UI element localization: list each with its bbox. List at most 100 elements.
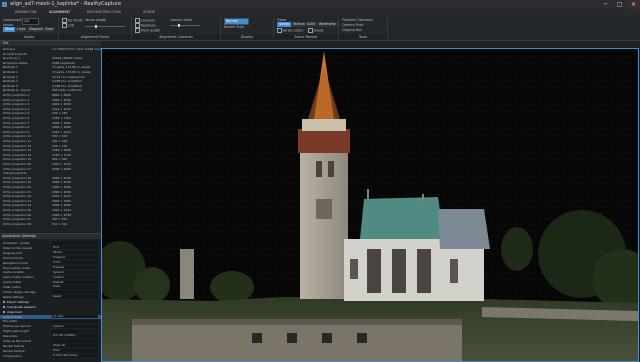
tree-item[interactable]: Ortho projection 4 1024 × 1024 [0,108,101,112]
settings-value[interactable]: Show all [52,344,98,348]
tab-scene[interactable]: SCENE [140,9,158,16]
settings-section[interactable]: Alignment [0,310,101,314]
settings-value[interactable]: Reset [52,295,98,299]
settings-value[interactable]: Default [52,280,98,284]
settings-row[interactable]: Compression H.264 (Windows) [0,354,101,358]
tree-item[interactable]: Ortho projection 2 4096 × 4096 [0,99,101,103]
shade-checkbox[interactable]: Shade [308,28,323,33]
settings-value[interactable]: Hint [52,246,98,250]
settings-value[interactable]: Clear [52,285,98,289]
tree-item[interactable]: Ortho projection 26 2048 × 2048 [0,214,101,218]
lod-checkbox[interactable]: LOD [62,23,74,28]
tree-item[interactable]: Ortho projection 27 500 × 500 [0,218,101,222]
vertex-colors-checkbox[interactable]: Vertex colors [277,28,303,33]
camera-pivot-button[interactable]: Camera Pivot [342,23,363,27]
settings-value[interactable] [52,339,98,343]
tree-item[interactable]: Ortho projection 17 4096 × 4096 [0,168,101,172]
phantom-geometry-button[interactable]: Phantom Geometry [342,18,373,22]
settings-value[interactable]: Custom [52,275,98,279]
tree-item[interactable]: Ortho projection 14 1120 × 1120 [0,154,101,158]
settings-row[interactable]: Render frames Show all [0,344,101,348]
settings-row[interactable]: Show as file format [0,339,101,343]
residuals-checkbox[interactable]: Residuals [135,23,156,28]
settings-row[interactable]: Clear cache Clear [0,285,101,289]
settings-row[interactable]: Cache location System [0,270,101,274]
tree-item[interactable]: Ortho projection 18 4096 × 4096 [0,177,101,181]
tree-item[interactable]: ⊞ Model 4 4.498 tris, simplified [0,80,101,84]
tree-item[interactable]: ⊞ Model 5 4.498 tris, simplified [0,85,101,89]
maximize-button[interactable]: □ [613,0,626,9]
sweep-button[interactable]: Sweep [277,22,292,27]
settings-value[interactable]: a7 spin [52,314,98,319]
close-button[interactable]: ✕ [627,0,640,9]
track-length-checkbox[interactable]: Track length [135,28,160,33]
settings-row[interactable]: Cache folder Default [0,280,101,284]
tree-item[interactable]: Ortho projection 6 1356 × 1356 [0,117,101,121]
settings-value[interactable]: Full HD (1080p) [52,334,98,338]
tree-item[interactable]: Ortho projection 1 8000 × 8000 [0,94,101,98]
tree-item[interactable]: reference/points [0,172,101,176]
tree-item[interactable]: Ortho projection 8 4096 × 4096 [0,126,101,130]
clipping-box-button[interactable]: Clipping Box [342,28,362,32]
tree-item[interactable]: Ortho projection 3 2049 × 2049 [0,103,101,107]
settings-row[interactable]: Progress end Mixed [0,251,101,255]
wireframe-button[interactable]: Wireframe [317,22,338,27]
tree-item[interactable]: Ortho projection 5 256 × 256 [0,112,101,116]
tree-item[interactable]: Ortho projection 22 1024 × 1024 [0,195,101,199]
settings-row[interactable]: Tool position mode Preview [0,266,101,270]
tree-item[interactable]: ⊞ Model 2 72 parts, 171.86 m, shade [0,71,101,75]
tab-reconstruction[interactable]: RECONSTRUCTION [84,9,124,16]
tree-item[interactable]: ⊞ Model 3 32.43 mil, mesh/photo [0,76,101,80]
tree-item[interactable]: Ortho projection 21 4096 × 4096 [0,191,101,195]
settings-value[interactable]: Enabled [52,256,98,260]
settings-section[interactable]: Coordinate systems [0,305,101,309]
settings-row[interactable]: Flight path length [0,329,101,333]
tree-item[interactable]: ⊟ edit_all_1 25166 (38000 cams) [0,57,101,61]
settings-value[interactable]: System [52,270,98,274]
settings-row[interactable]: Cache folder location Custom [0,275,101,279]
tab-workflow[interactable]: WORKFLOW [12,9,40,16]
settings-value[interactable] [52,319,98,323]
settings-section[interactable]: Export settings [0,300,101,304]
show-button[interactable]: Show [3,27,16,32]
tree-item[interactable]: Ortho projection 28 512 × 512 [0,223,101,227]
settings-value[interactable]: H.264 (Windows) [52,354,98,358]
vector-length-slider[interactable] [85,25,125,28]
tree-item[interactable]: Ortho projection 12 234 × 234 [0,145,101,149]
settings-row[interactable]: Output folder a7 spin [0,314,101,319]
camera-scale-slider[interactable] [170,24,200,27]
settings-row[interactable]: Navigation mode Orbit [0,261,101,265]
settings-value[interactable]: Mixed [52,251,98,255]
settings-value[interactable]: Custom [52,324,98,328]
settings-row[interactable]: Render texture Pixel [0,349,101,353]
scene-viewport[interactable] [101,48,639,362]
settings-row[interactable]: Reset settings Reset [0,295,101,299]
lines-button[interactable]: Lines [15,27,28,32]
tree-item[interactable]: Ortho projection 13 2048 × 2048 [0,149,101,153]
clear-button[interactable]: Clear [43,27,56,32]
tie-points-checkbox[interactable]: Tie Points [62,18,83,23]
settings-row[interactable]: Cache usage / storage [0,290,101,294]
component-select[interactable]: 1/3 [22,18,39,25]
settings-row[interactable]: Frames per second Custom [0,324,101,328]
tree-item[interactable]: ⊞ Model 1 72 parts, 171.86 m, shade [0,66,101,70]
settings-value[interactable]: Pixel [52,349,98,353]
settings-value[interactable]: Orbit [52,260,98,265]
tree-item[interactable]: Ortho projection 7 3000 × 3000 [0,122,101,126]
tree-item[interactable]: ⊟ Control points [0,53,101,57]
tree-item[interactable]: ⊞ Model 6 - export 366 parts, 1,000 tris [0,89,101,93]
solid-button[interactable]: Solid [305,22,317,27]
settings-row[interactable]: Tutorial mode Enabled [0,256,101,260]
tree-item[interactable]: Ortho projection 20 1000 × 1000 [0,186,101,190]
tree-item[interactable]: Ortho projection 9 1024 × 1024 [0,131,101,135]
tree-item[interactable]: Ortho projection 19 2048 × 2048 [0,181,101,185]
settings-row[interactable]: Resolution Full HD (1080p) [0,334,101,338]
settings-value[interactable]: Preview [52,265,98,270]
settings-row[interactable]: Controller - profile [0,241,101,245]
settings-value[interactable] [52,290,98,294]
settings-row[interactable]: Show to the console Hint [0,246,101,250]
cameras-checkbox[interactable]: Cameras [135,18,155,23]
render-mode-select[interactable]: Normal [224,18,249,25]
tree-item[interactable]: Ortho projection 25 1024 × 1024 [0,209,101,213]
tree-item[interactable]: Ortho projection 10 500 × 500 [0,135,101,139]
